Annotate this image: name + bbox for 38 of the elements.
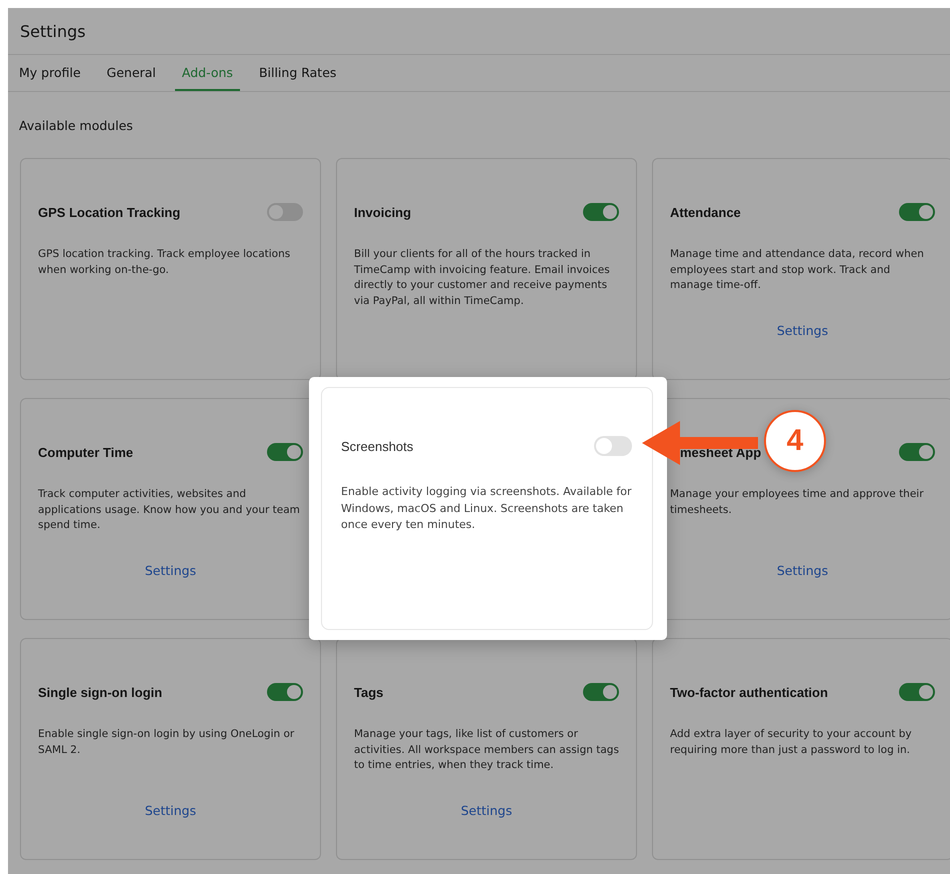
module-title: Invoicing (354, 204, 412, 220)
settings-link[interactable]: Settings (776, 323, 828, 338)
tab[interactable]: Billing Rates (252, 55, 344, 91)
settings-link[interactable]: Settings (144, 803, 196, 818)
module-title: Two-factor authentication (670, 684, 828, 700)
module-description: Enable single sign-on login by using OneLogin or SAML 2. (38, 727, 296, 758)
module-description: Bill your clients for all of the hours tracked in TimeCamp with invoicing feature. Email invoices directly to your customer and receive payments via PayPal, all within TimeCamp. (354, 247, 611, 308)
module-title: Computer Time (38, 444, 134, 460)
toggle-switch[interactable] (267, 683, 303, 701)
module-description: Enable activity logging via screenshots. Available for Windows, macOS and Linux. Screenshots are taken once every ten minutes. (341, 484, 632, 533)
toggle-switch[interactable] (899, 683, 935, 701)
module-description: Manage your employees time and approve their timesheets. (670, 487, 925, 518)
module-title: GPS Location Tracking (38, 204, 180, 220)
toggle-switch[interactable] (899, 443, 935, 461)
module-title: Single sign-on login (38, 684, 162, 700)
settings-link[interactable]: Settings (776, 563, 828, 578)
toggle-switch[interactable] (594, 436, 632, 456)
toggle-switch[interactable] (583, 683, 619, 701)
section-heading: Available modules (18, 117, 134, 135)
tab[interactable]: Add-ons (174, 55, 240, 91)
module-title: mesheet App (680, 444, 762, 460)
tab[interactable]: My profile (12, 55, 88, 91)
module-description: Manage your tags, like list of customers or activities. All workspace members can assign tags to time entries, when they track time. (354, 727, 619, 773)
module-description: Track computer activities, websites and applications usage. Know how you and your team spend time. (38, 487, 301, 533)
toggle-switch[interactable] (583, 203, 619, 221)
toggle-switch[interactable] (267, 203, 303, 221)
toggle-switch[interactable] (267, 443, 303, 461)
module-title: Tags (354, 684, 384, 700)
toggle-switch[interactable] (899, 203, 935, 221)
page-title: Settings (20, 22, 86, 40)
module-description: Add extra layer of security to your account by requiring more than just a password to log in. (670, 727, 913, 758)
module-title: Screenshots (341, 438, 414, 454)
tab[interactable]: General (100, 55, 163, 91)
module-description: Manage time and attendance data, record when employees start and stop work. Track and manage time-off. (670, 247, 925, 293)
settings-link[interactable]: Settings (144, 563, 196, 578)
module-title: Attendance (670, 204, 741, 220)
settings-link[interactable]: Settings (460, 803, 512, 818)
module-description: GPS location tracking. Track employee locations when working on-the-go. (38, 247, 292, 278)
